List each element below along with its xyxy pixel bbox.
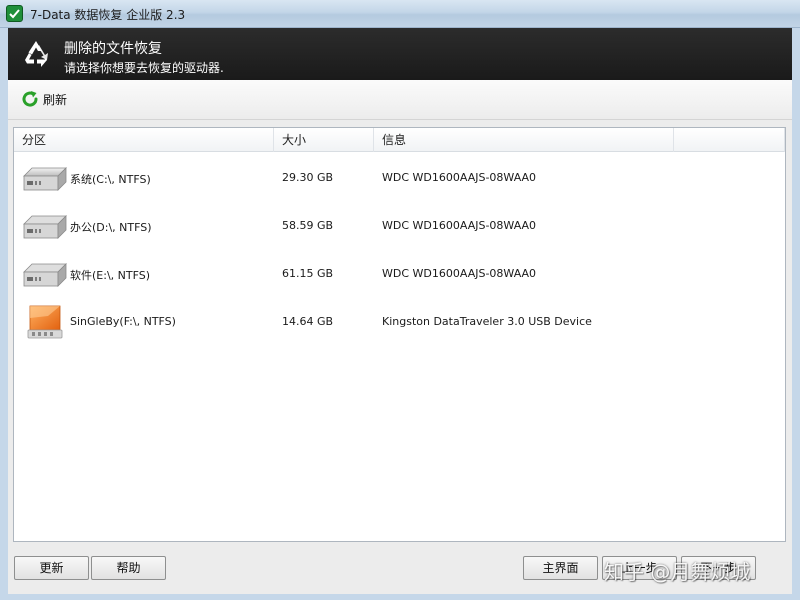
- drive-size: 29.30 GB: [282, 171, 334, 184]
- help-button[interactable]: 帮助: [91, 556, 166, 580]
- update-button[interactable]: 更新: [14, 556, 89, 580]
- recycle-icon: [25, 41, 48, 67]
- refresh-label: 刷新: [43, 92, 68, 107]
- toolbar: 刷新: [8, 80, 792, 120]
- drive-row-c[interactable]: 系统(C:\, NTFS) 29.30 GB WDC WD1600AAJS-08…: [14, 154, 785, 202]
- hard-drive-icon: [23, 167, 67, 191]
- header-title: 删除的文件恢复: [64, 41, 162, 57]
- drive-name: SinGleBy(F:\, NTFS): [70, 315, 176, 328]
- column-header-filler: [674, 128, 785, 152]
- title-bar[interactable]: 7-Data 数据恢复 企业版 2.3: [0, 0, 800, 28]
- content-area: 分区 大小 信息 系统(C:\, NTFS) 29.30 GB WDC WD16…: [8, 120, 792, 548]
- drive-row-d[interactable]: 办公(D:\, NTFS) 58.59 GB WDC WD1600AAJS-08…: [14, 202, 785, 250]
- drive-row-e[interactable]: 软件(E:\, NTFS) 61.15 GB WDC WD1600AAJS-08…: [14, 250, 785, 298]
- hard-drive-icon: [23, 263, 67, 287]
- window-frame-left: [0, 28, 8, 600]
- drive-size: 14.64 GB: [282, 315, 334, 328]
- drive-info: WDC WD1600AAJS-08WAA0: [382, 171, 537, 184]
- drive-list[interactable]: 分区 大小 信息 系统(C:\, NTFS) 29.30 GB WDC WD16…: [13, 127, 786, 542]
- drive-info: Kingston DataTraveler 3.0 USB Device: [382, 315, 592, 328]
- list-header: 分区 大小 信息: [14, 128, 785, 152]
- column-header-size[interactable]: 大小: [274, 128, 374, 152]
- window-title: 7-Data 数据恢复 企业版 2.3: [30, 8, 186, 22]
- drive-name: 软件(E:\, NTFS): [70, 269, 151, 282]
- drive-info: WDC WD1600AAJS-08WAA0: [382, 219, 537, 232]
- refresh-button[interactable]: 刷新: [20, 88, 67, 110]
- hard-drive-icon: [23, 215, 67, 239]
- app-logo-icon: [6, 5, 23, 22]
- refresh-icon: [22, 91, 38, 107]
- window-frame-right: [792, 28, 800, 600]
- header-banner: 删除的文件恢复 请选择你想要去恢复的驱动器.: [8, 28, 792, 80]
- drive-name: 系统(C:\, NTFS): [70, 173, 151, 186]
- watermark: 知乎 @月舞烦城: [604, 560, 751, 584]
- header-subtitle: 请选择你想要去恢复的驱动器.: [64, 61, 224, 75]
- column-header-info[interactable]: 信息: [374, 128, 674, 152]
- usb-drive-icon: [27, 305, 63, 339]
- drive-size: 58.59 GB: [282, 219, 334, 232]
- column-header-partition[interactable]: 分区: [14, 128, 274, 152]
- window-frame-bottom: [0, 594, 800, 600]
- drive-row-f[interactable]: SinGleBy(F:\, NTFS) 14.64 GB Kingston Da…: [14, 298, 785, 346]
- drive-size: 61.15 GB: [282, 267, 334, 280]
- drive-info: WDC WD1600AAJS-08WAA0: [382, 267, 537, 280]
- drive-name: 办公(D:\, NTFS): [70, 221, 152, 234]
- main-screen-button[interactable]: 主界面: [523, 556, 598, 580]
